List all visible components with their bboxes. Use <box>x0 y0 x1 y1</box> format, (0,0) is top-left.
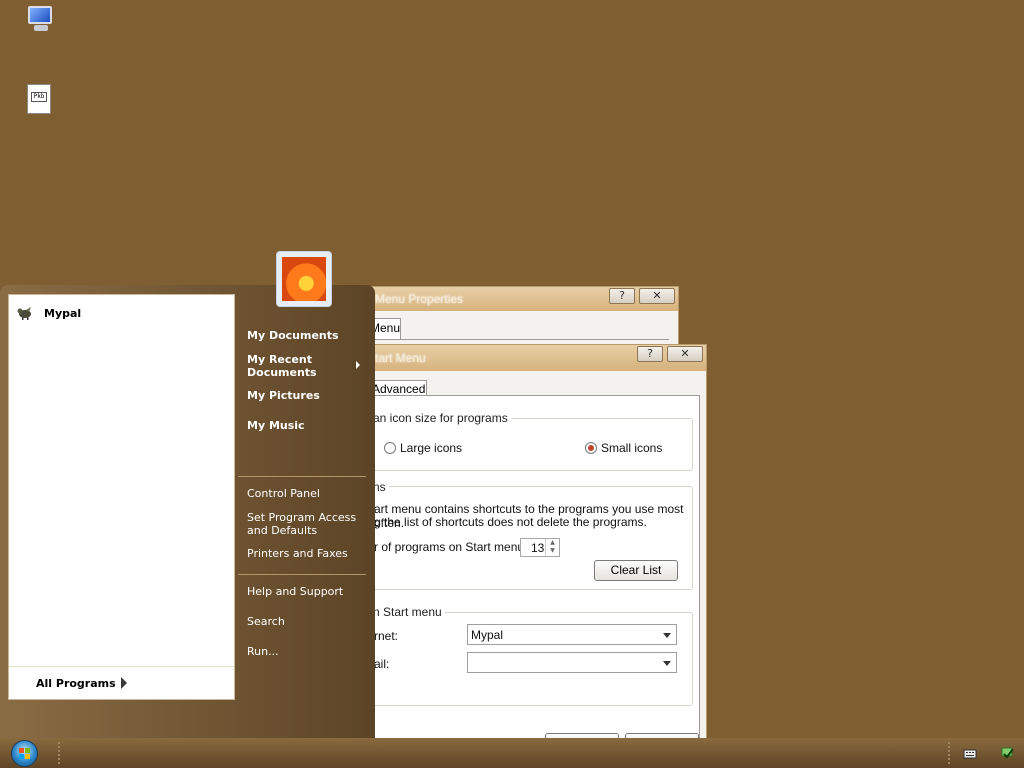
my-recent-documents-item[interactable]: My Recent Documents <box>247 353 317 379</box>
large-icons-label: Large icons <box>400 441 463 455</box>
my-pictures-item[interactable]: My Pictures <box>247 389 320 402</box>
computer-icon[interactable] <box>24 2 56 34</box>
search-item[interactable]: Search <box>247 615 285 628</box>
programs-count-stepper[interactable]: 13 ▲ ▼ <box>520 538 560 557</box>
large-icons-radio[interactable] <box>384 442 396 454</box>
windows-logo-icon <box>19 748 31 760</box>
close-button[interactable]: ✕ <box>639 288 675 304</box>
taskbar-start-menu-properties-window[interactable]: Menu Properties ? ✕ Menu <box>352 286 679 346</box>
taskbar <box>0 738 1024 768</box>
my-recent-documents-line1: My Recent <box>247 353 312 366</box>
help-and-support-item[interactable]: Help and Support <box>247 585 343 598</box>
start-menu: Mypal All Programs My Documents My Recen… <box>0 285 375 738</box>
clear-list-label: Clear List <box>610 563 662 577</box>
tray-grip[interactable] <box>948 742 954 764</box>
internet-browser-value: Mypal <box>471 628 504 642</box>
close-button[interactable]: ✕ <box>667 346 703 362</box>
document-icon-label: Pkb <box>31 92 47 102</box>
email-client-select[interactable] <box>467 652 677 673</box>
programs-info-line2: g the list of shortcuts does not delete … <box>374 515 647 529</box>
tab-label: Advanced <box>372 382 426 396</box>
programs-count-label: r of programs on Start menu: <box>374 540 528 554</box>
internet-browser-select[interactable]: Mypal <box>467 624 677 645</box>
window-title: Menu Properties <box>375 292 464 306</box>
separator <box>238 476 366 477</box>
user-picture-icon <box>282 257 326 301</box>
pinned-item-mypal[interactable]: Mypal <box>17 305 217 323</box>
all-programs-label: All Programs <box>36 677 116 690</box>
email-label: ail: <box>374 657 390 671</box>
set-program-access-line1: Set Program Access <box>247 511 357 524</box>
my-documents-item[interactable]: My Documents <box>247 329 339 342</box>
my-music-item[interactable]: My Music <box>247 419 305 432</box>
start-menu-programs-pane: Mypal All Programs <box>8 294 235 700</box>
printers-and-faxes-item[interactable]: Printers and Faxes <box>247 547 348 560</box>
submenu-arrow-icon <box>356 361 360 369</box>
programs-count-value: 13 <box>531 541 545 555</box>
customize-start-menu-window[interactable]: tart Menu ? ✕ Advanced an icon size for … <box>352 344 707 747</box>
title-bar[interactable]: tart Menu ? ✕ <box>353 345 706 371</box>
show-group-label: n Start menu <box>370 605 445 619</box>
set-program-access-item[interactable]: Set Program Access and Defaults <box>247 511 356 537</box>
small-icons-radio[interactable] <box>585 442 597 454</box>
avatar[interactable] <box>276 251 332 307</box>
help-button[interactable]: ? <box>637 346 663 362</box>
my-recent-documents-line2: Documents <box>247 366 317 379</box>
help-button[interactable]: ? <box>609 288 635 304</box>
chevron-down-icon[interactable] <box>663 661 671 666</box>
run-item[interactable]: Run... <box>247 645 279 658</box>
keyboard-icon[interactable] <box>963 746 977 760</box>
all-programs-button[interactable]: All Programs <box>9 666 234 699</box>
stepper-arrows-icon[interactable]: ▲ ▼ <box>545 539 559 556</box>
control-panel-item[interactable]: Control Panel <box>247 487 320 500</box>
tab-panel: an icon size for programs Large icons Sm… <box>359 395 700 745</box>
clear-list-button[interactable]: Clear List <box>594 560 678 581</box>
internet-label: rnet: <box>374 629 399 643</box>
chevron-down-icon[interactable] <box>663 633 671 638</box>
arrow-right-icon <box>121 677 127 689</box>
network-icon[interactable] <box>1000 746 1014 760</box>
taskbar-grip[interactable] <box>58 742 64 764</box>
set-program-access-line2: and Defaults <box>247 524 318 537</box>
separator <box>238 574 366 575</box>
mypal-icon <box>17 306 33 320</box>
pinned-item-label: Mypal <box>44 307 82 320</box>
window-title: tart Menu <box>375 351 426 365</box>
small-icons-label: Small icons <box>601 441 663 455</box>
icon-size-group-label: an icon size for programs <box>370 411 511 425</box>
document-icon[interactable]: Pkb <box>23 84 55 116</box>
title-bar[interactable]: Menu Properties ? ✕ <box>353 287 678 311</box>
start-button[interactable] <box>11 740 38 767</box>
